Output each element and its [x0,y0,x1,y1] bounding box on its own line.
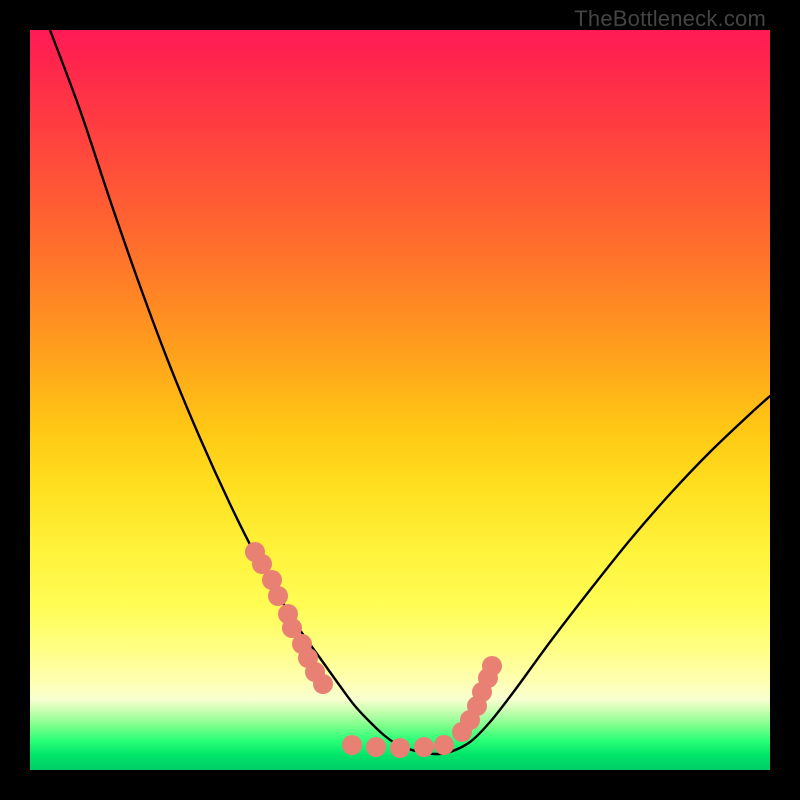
curve-marker-dot [482,656,502,676]
watermark-text: TheBottleneck.com [574,6,766,32]
curve-marker-dot [414,737,434,757]
bottleneck-curve-svg [30,30,770,770]
curve-marker-dot [366,737,386,757]
curve-marker-dot [434,735,454,755]
curve-marker-dot [342,735,362,755]
curve-marker-dot [268,586,288,606]
chart-plot-area [30,30,770,770]
curve-marker-dot [390,738,410,758]
bottleneck-curve-path [50,30,770,754]
curve-marker-dot [313,674,333,694]
